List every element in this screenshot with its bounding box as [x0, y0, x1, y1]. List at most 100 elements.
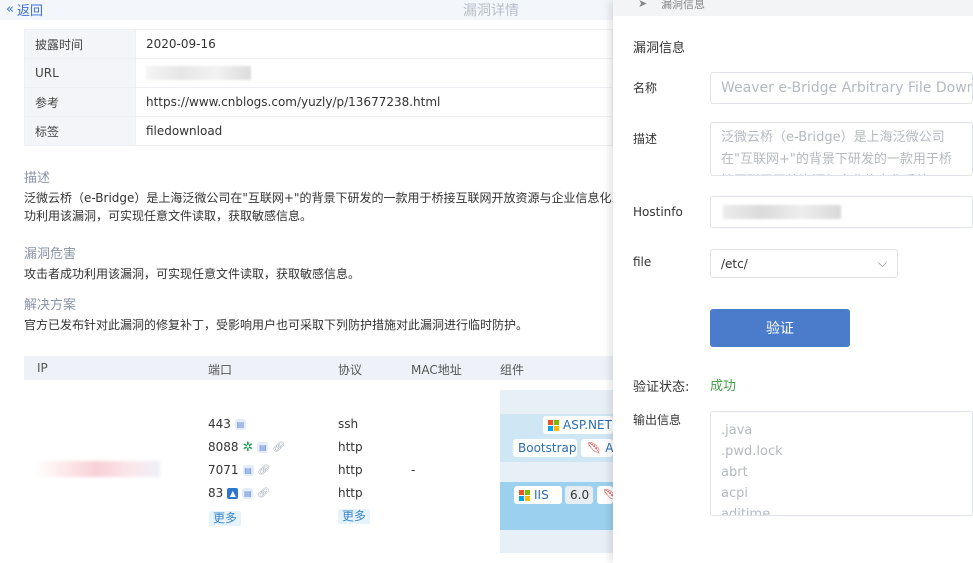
port-number: 83	[208, 486, 224, 500]
harm-text: 攻击者成功利用该漏洞，可实现任意文件读取，获取敏感信息。	[24, 267, 361, 281]
output-field[interactable]: .java .pwd.lock abrt acpi adjtime	[710, 411, 973, 516]
copy-icon[interactable]: ▤	[234, 418, 246, 430]
name-placeholder: Weaver e-Bridge Arbitrary File Download	[721, 80, 973, 96]
output-line: .java	[721, 423, 753, 438]
info-value-url	[135, 58, 613, 88]
hostinfo-field[interactable]	[710, 196, 973, 228]
col-ip: IP	[37, 361, 48, 375]
port-row: 7071 ▤ 🔗︎	[208, 461, 270, 479]
description-placeholder: 泛微云桥（e-Bridge）是上海泛微公司在"互联网+"的背景下研发的一款用于桥…	[721, 130, 952, 175]
panel-section-title: 漏洞信息	[633, 41, 686, 56]
component-chip-truncated[interactable]: 🪶︎	[597, 486, 613, 504]
col-protocol: 协议	[338, 363, 363, 377]
info-value-tag: filedownload	[135, 116, 613, 146]
port-row: 8088 ✲ ▤ 🔗︎	[208, 438, 285, 456]
page-title: 漏洞详情	[463, 3, 519, 19]
vuln-info-table: 披露时间 2020-09-16 URL 参考 https://www.cnblo…	[24, 29, 613, 146]
asset-table-header: IP 端口 协议 MAC地址 组件	[24, 356, 613, 380]
reference-link[interactable]: https://www.cnblogs.com/yuzly/p/13677238…	[135, 87, 613, 117]
panel-title-bar: ➤ 漏洞信息	[613, 0, 973, 16]
hostinfo-label: Hostinfo	[633, 205, 683, 219]
col-mac: MAC地址	[411, 363, 462, 377]
port-row: 443 ▤	[208, 415, 246, 433]
windows-icon	[548, 419, 559, 431]
port-row: 83 ▲ ▤ 🔗︎	[208, 484, 270, 502]
port-number: 443	[208, 417, 231, 431]
info-key: URL	[24, 58, 136, 88]
verify-panel: ➤ 漏洞信息 漏洞信息 名称 Weaver e-Bridge Arbitrary…	[613, 0, 973, 563]
copy-icon[interactable]: ▤	[257, 441, 269, 453]
description-field[interactable]: 泛微云桥（e-Bridge）是上海泛微公司在"互联网+"的背景下研发的一款用于桥…	[710, 122, 973, 176]
verify-button[interactable]: 验证	[710, 309, 850, 347]
table-row: URL	[24, 58, 613, 88]
chevron-down-icon: ⌵	[877, 256, 887, 270]
name-field[interactable]: Weaver e-Bridge Arbitrary File Download	[710, 72, 973, 104]
detail-header: « 返回 漏洞详情	[0, 0, 613, 20]
link-icon[interactable]: 🔗︎	[257, 488, 270, 499]
copy-icon[interactable]: ▤	[242, 464, 254, 476]
output-line: abrt	[721, 465, 748, 480]
info-key: 披露时间	[24, 29, 136, 59]
table-row: 标签 filedownload	[24, 116, 613, 146]
component-chip-iis[interactable]: IIS	[514, 486, 562, 504]
ports-more-button[interactable]: 更多	[209, 511, 242, 526]
component-name: A	[605, 441, 613, 455]
component-name: IIS	[534, 488, 549, 502]
info-value-date: 2020-09-16	[135, 29, 613, 59]
info-key: 标签	[24, 116, 136, 146]
output-line: adjtime	[721, 507, 771, 516]
double-chevron-left-icon: «	[6, 2, 14, 17]
vuln-detail-page: « 返回 漏洞详情 披露时间 2020-09-16 URL 参考 https:/…	[0, 0, 613, 563]
protocol-value: http	[338, 463, 363, 477]
back-button[interactable]: « 返回	[6, 0, 43, 19]
mac-value: -	[411, 463, 416, 477]
component-version: 6.0	[565, 486, 593, 504]
copy-icon[interactable]: ▤	[242, 487, 254, 499]
protocol-value: http	[338, 486, 363, 500]
solution-text: 官方已发布针对此漏洞的修复补丁，受影响用户也可采取下列防护措施对此漏洞进行临时防…	[24, 318, 529, 332]
redacted-hostinfo	[723, 205, 841, 219]
component-chip-aspnet[interactable]: ASP.NET	[543, 416, 613, 434]
output-label: 输出信息	[633, 413, 682, 427]
component-chip-bootstrap[interactable]: Bootstrap	[513, 439, 577, 457]
gear-icon: ✲	[242, 439, 254, 455]
status-badge: 成功	[710, 379, 737, 394]
file-label: file	[633, 255, 652, 269]
file-select[interactable]: /etc/ ⌵	[710, 249, 898, 278]
feather-icon: 🪶︎	[602, 488, 613, 502]
description-line-1: 泛微云桥（e-Bridge）是上海泛微公司在"互联网+"的背景下研发的一款用于桥…	[24, 191, 613, 205]
description-line-2: 功利用该漏洞，可实现任意文件读取，获取敏感信息。	[24, 209, 313, 223]
table-row: 披露时间 2020-09-16	[24, 29, 613, 59]
solution-heading: 解决方案	[24, 298, 77, 313]
link-icon[interactable]: 🔗︎	[272, 442, 285, 453]
back-label: 返回	[16, 4, 43, 19]
component-chip-truncated[interactable]: 🪶︎ A	[581, 439, 613, 457]
collapse-arrow-icon[interactable]: ➤	[638, 0, 647, 10]
file-select-value: /etc/	[721, 256, 748, 271]
feather-icon: 🪶︎	[586, 441, 602, 455]
protocol-value: ssh	[338, 417, 359, 431]
link-icon[interactable]: 🔗︎	[258, 465, 271, 476]
panel-bar-title: 漏洞信息	[661, 0, 705, 11]
description-label: 描述	[633, 132, 658, 146]
protocol-value: http	[338, 440, 363, 454]
name-label: 名称	[633, 81, 658, 95]
redacted-ip	[34, 461, 160, 477]
component-name: ASP.NET	[563, 418, 612, 432]
redacted-url	[146, 66, 251, 81]
output-line: .pwd.lock	[721, 444, 783, 459]
col-port: 端口	[208, 363, 233, 377]
port-number: 7071	[208, 463, 239, 477]
col-component: 组件	[500, 363, 525, 377]
table-row: 参考 https://www.cnblogs.com/yuzly/p/13677…	[24, 87, 613, 117]
output-line: acpi	[721, 486, 748, 501]
description-heading: 描述	[24, 171, 51, 186]
harm-heading: 漏洞危害	[24, 247, 77, 262]
windows-icon	[519, 489, 530, 501]
component-name: Bootstrap	[518, 441, 577, 455]
port-number: 8088	[208, 440, 239, 454]
info-key: 参考	[24, 87, 136, 117]
cloud-icon: ▲	[227, 487, 239, 499]
status-label: 验证状态:	[633, 380, 690, 395]
protocol-more-button[interactable]: 更多	[338, 509, 371, 524]
